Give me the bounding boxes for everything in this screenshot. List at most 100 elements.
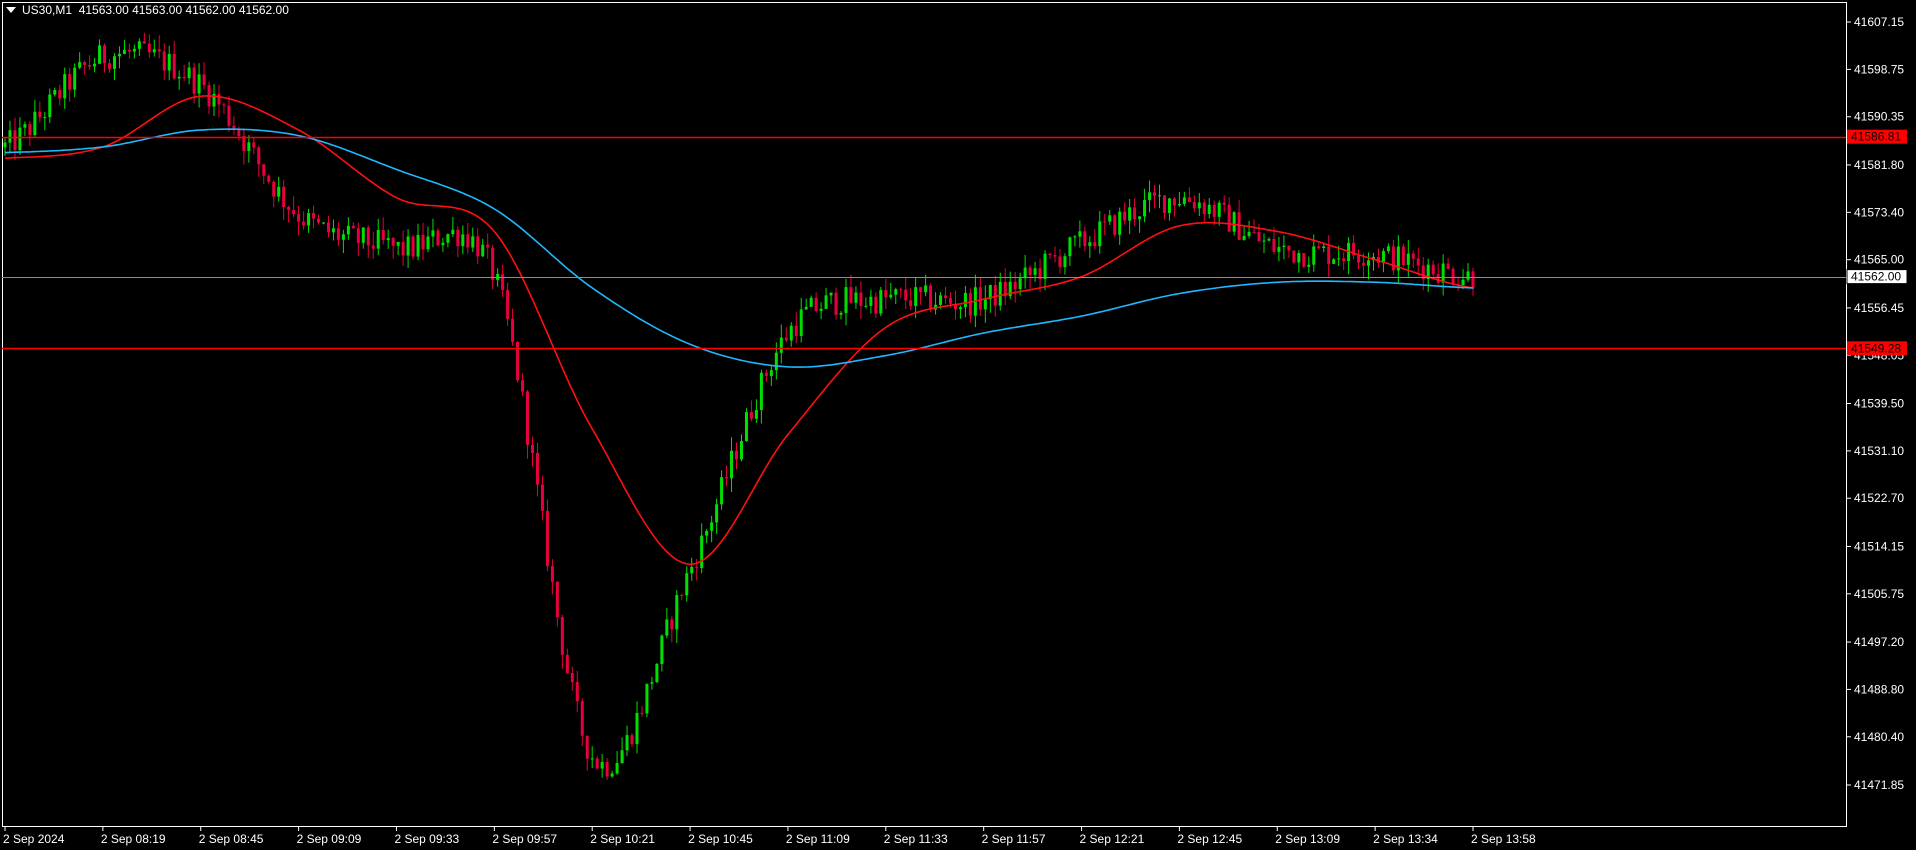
candle-body	[13, 130, 17, 151]
candle	[1103, 213, 1107, 236]
candle-body	[560, 617, 564, 655]
candle	[23, 121, 27, 136]
candle-body	[899, 289, 903, 291]
candle	[1192, 195, 1196, 213]
candle	[18, 117, 22, 155]
candle	[580, 698, 584, 747]
candle	[715, 498, 719, 534]
candle-body	[1446, 263, 1450, 269]
candle-body	[63, 74, 67, 99]
candle-body	[730, 450, 734, 479]
candle-body	[172, 53, 176, 79]
candle-body	[1362, 262, 1366, 266]
candle-body	[292, 210, 296, 215]
candle	[426, 226, 430, 253]
candle	[1138, 216, 1142, 233]
candle-body	[819, 308, 823, 311]
candle	[735, 442, 739, 470]
candle-body	[809, 297, 813, 307]
candle	[844, 278, 848, 326]
candle-body	[361, 227, 365, 243]
candle	[346, 217, 350, 240]
candle-body	[1436, 274, 1440, 283]
candle-body	[530, 444, 534, 454]
price-tick-label: 41556.45	[1854, 301, 1904, 315]
candle	[635, 701, 639, 754]
candle	[351, 222, 355, 229]
candle	[864, 297, 868, 309]
candle-body	[1312, 246, 1316, 265]
candle	[1123, 202, 1127, 225]
candle	[605, 758, 609, 781]
candle-body	[1088, 242, 1092, 247]
candle-body	[491, 247, 495, 280]
candle-body	[1018, 278, 1022, 290]
candle	[272, 180, 276, 208]
candle-body	[456, 229, 460, 247]
candle	[874, 292, 878, 319]
candle-body	[386, 238, 390, 241]
candle-body	[944, 295, 948, 299]
candle	[356, 222, 360, 257]
candle	[446, 233, 450, 248]
candle	[162, 43, 166, 80]
candle-body	[1093, 242, 1097, 247]
candle	[894, 287, 898, 305]
candle-body	[829, 292, 833, 296]
candle-body	[1466, 271, 1470, 280]
candle	[33, 99, 37, 137]
candle-body	[38, 111, 42, 118]
candle-body	[336, 228, 340, 240]
candle-body	[247, 142, 251, 151]
candle-body	[1138, 216, 1142, 220]
candle-body	[535, 453, 539, 485]
candle-body	[83, 62, 87, 65]
candle-body	[272, 181, 276, 197]
candle-body	[297, 214, 301, 222]
candle	[1327, 235, 1331, 277]
candle	[983, 285, 987, 323]
candle	[1227, 197, 1231, 233]
candle-body	[1366, 260, 1370, 266]
candle	[829, 292, 833, 304]
chart-menu-arrow-icon[interactable]	[6, 7, 16, 13]
candle-body	[879, 290, 883, 314]
candle	[555, 581, 559, 627]
candle	[665, 608, 669, 639]
candle	[899, 287, 903, 298]
candle-body	[521, 380, 525, 392]
price-chart[interactable]: 41607.15 41598.75 41590.35 41581.80 41573.40…	[0, 0, 1916, 850]
candle	[68, 67, 72, 102]
price-tick-label: 41565.00	[1854, 253, 1904, 267]
candle	[28, 121, 32, 147]
candle	[1237, 199, 1241, 241]
candle	[516, 341, 520, 383]
candle	[197, 63, 201, 108]
price-tick-label: 41607.15	[1854, 15, 1904, 29]
candle	[685, 566, 689, 602]
candle	[590, 746, 594, 768]
candle	[744, 408, 748, 442]
candle-body	[486, 244, 490, 248]
candle-body	[1157, 195, 1161, 197]
candle	[988, 284, 992, 313]
candle	[869, 289, 873, 314]
chart-window[interactable]: 41607.15 41598.75 41590.35 41581.80 41573.40…	[0, 0, 1916, 850]
candle-body	[1172, 198, 1176, 206]
candle-body	[431, 230, 435, 237]
candle-body	[978, 287, 982, 310]
candle	[1371, 252, 1375, 271]
time-axis: 2 Sep 2024 2 Sep 08:19 2 Sep 08:45 2 Sep 09…	[3, 826, 1536, 846]
candle-body	[1257, 232, 1261, 242]
candle	[560, 614, 564, 669]
candle-body	[759, 372, 763, 410]
candle-body	[715, 504, 719, 523]
candle-body	[142, 41, 146, 44]
candle	[1242, 226, 1246, 241]
candle-body	[720, 477, 724, 505]
candle-body	[1048, 253, 1052, 256]
candle	[1222, 195, 1226, 213]
candle-body	[192, 67, 196, 94]
candle	[282, 180, 286, 221]
candle	[595, 756, 599, 770]
